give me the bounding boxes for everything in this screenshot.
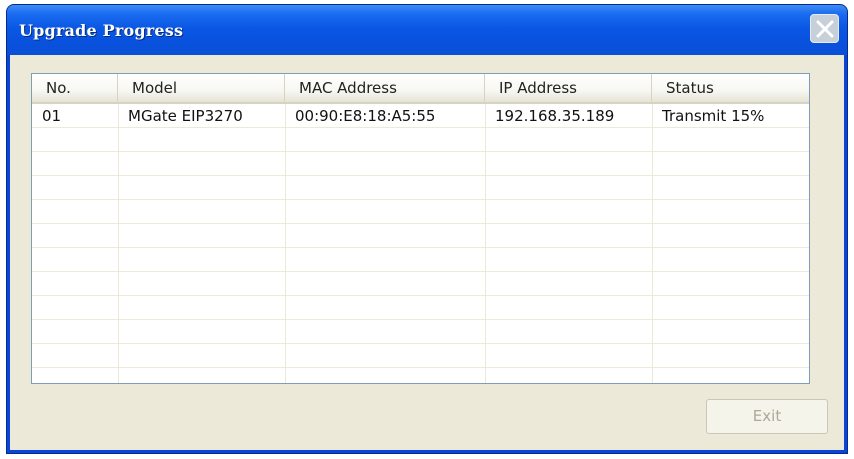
cell-ip-address: 192.168.35.189 bbox=[495, 107, 615, 125]
upgrade-list[interactable]: No. Model MAC Address IP Address Status … bbox=[31, 73, 810, 384]
empty-row bbox=[32, 368, 809, 383]
column-header-status[interactable]: Status bbox=[652, 74, 809, 102]
list-header: No. Model MAC Address IP Address Status bbox=[32, 74, 809, 104]
empty-row bbox=[32, 344, 809, 368]
column-header-model[interactable]: Model bbox=[118, 74, 285, 102]
exit-button[interactable]: Exit bbox=[706, 399, 828, 434]
empty-row bbox=[32, 248, 809, 272]
empty-row bbox=[32, 176, 809, 200]
title-bar[interactable]: Upgrade Progress bbox=[7, 5, 847, 55]
cell-mac-address: 00:90:E8:18:A5:55 bbox=[295, 107, 436, 125]
column-header-ip-address[interactable]: IP Address bbox=[485, 74, 652, 102]
empty-row bbox=[32, 200, 809, 224]
close-button[interactable] bbox=[810, 14, 839, 43]
dialog-body: No. Model MAC Address IP Address Status … bbox=[10, 55, 844, 450]
column-header-no[interactable]: No. bbox=[32, 74, 118, 102]
empty-row bbox=[32, 296, 809, 320]
empty-row bbox=[32, 128, 809, 152]
empty-row bbox=[32, 320, 809, 344]
empty-row bbox=[32, 224, 809, 248]
table-row[interactable]: 01 MGate EIP3270 00:90:E8:18:A5:55 192.1… bbox=[32, 104, 809, 128]
close-icon bbox=[816, 20, 834, 38]
window-title: Upgrade Progress bbox=[19, 21, 184, 40]
empty-row bbox=[32, 152, 809, 176]
cell-model: MGate EIP3270 bbox=[128, 107, 243, 125]
empty-row bbox=[32, 272, 809, 296]
upgrade-progress-window: Upgrade Progress No. Model MAC Address I… bbox=[6, 4, 848, 454]
cell-no: 01 bbox=[42, 107, 62, 125]
column-header-mac-address[interactable]: MAC Address bbox=[285, 74, 485, 102]
cell-status: Transmit 15% bbox=[662, 107, 765, 125]
